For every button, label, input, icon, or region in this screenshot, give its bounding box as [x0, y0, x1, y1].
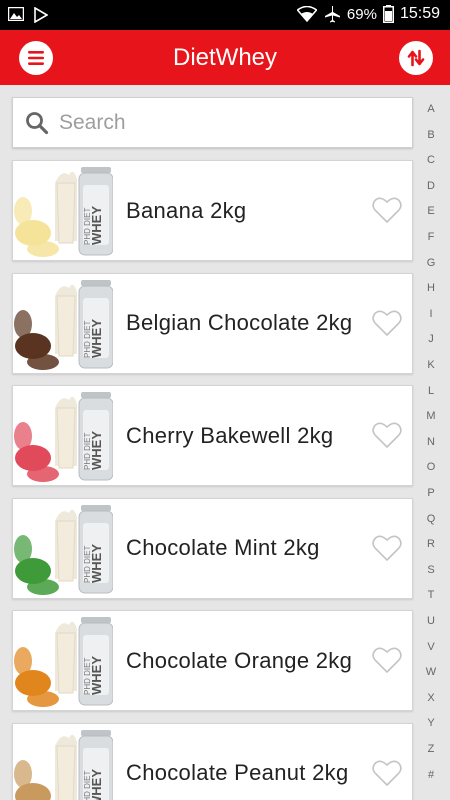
alphabet-index-letter[interactable]: Z	[417, 743, 445, 755]
favorite-heart-icon[interactable]	[372, 646, 402, 679]
product-thumbnail: WHEY PHD DIET	[13, 498, 114, 598]
product-list-item[interactable]: WHEY PHD DIET Chocolate Peanut 2kg	[12, 722, 413, 800]
product-list-item[interactable]: WHEY PHD DIET Chocolate Mint 2kg	[12, 497, 413, 599]
svg-text:PHD DIET: PHD DIET	[83, 770, 92, 800]
product-name: Chocolate Peanut 2kg	[126, 760, 349, 785]
alphabet-index-letter[interactable]: L	[417, 385, 445, 397]
app-title: DietWhey	[172, 44, 278, 71]
wifi-icon	[296, 6, 317, 22]
alphabet-index-letter[interactable]: A	[417, 103, 445, 115]
alphabet-index-letter[interactable]: C	[417, 154, 445, 166]
svg-text:PHD DIET: PHD DIET	[83, 545, 92, 582]
favorite-heart-icon[interactable]	[372, 759, 402, 792]
battery-icon	[382, 5, 394, 23]
product-thumbnail: WHEY PHD DIET	[13, 273, 114, 373]
sort-button[interactable]	[399, 41, 433, 75]
alphabet-index-letter[interactable]: W	[417, 666, 445, 678]
search-input[interactable]	[59, 106, 399, 140]
alphabet-index-letter[interactable]: Y	[417, 717, 445, 729]
favorite-heart-icon[interactable]	[372, 534, 402, 567]
product-thumbnail: WHEY PHD DIET	[13, 386, 114, 485]
sort-arrows-icon	[407, 49, 425, 67]
alphabet-index-letter[interactable]: #	[417, 769, 445, 781]
alphabet-index-letter[interactable]: I	[417, 308, 445, 320]
alphabet-index-letter[interactable]: G	[417, 257, 445, 269]
product-name: Chocolate Orange 2kg	[126, 647, 353, 673]
airplane-mode-icon	[324, 6, 340, 23]
product-list-item[interactable]: WHEY PHD DIET Cherry Bakewell 2kg	[12, 385, 413, 486]
search-icon	[26, 112, 49, 135]
app-bar: DietWhey	[0, 30, 450, 85]
product-thumbnail: WHEY PHD DIET	[13, 161, 114, 260]
alphabet-index-letter[interactable]: H	[417, 282, 445, 294]
product-name: Belgian Chocolate 2kg	[126, 310, 353, 335]
svg-text:PHD DIET: PHD DIET	[83, 208, 92, 245]
favorite-heart-icon[interactable]	[372, 196, 402, 229]
alphabet-index-letter[interactable]: K	[417, 359, 445, 371]
product-list-item[interactable]: WHEY PHD DIET Chocolate Orange 2kg	[12, 610, 413, 711]
play-store-notification-icon	[34, 7, 48, 23]
product-list-item[interactable]: WHEY PHD DIET Belgian Chocolate 2kg	[12, 272, 413, 374]
svg-text:PHD DIET: PHD DIET	[83, 658, 92, 695]
alphabet-index-letter[interactable]: E	[417, 205, 445, 217]
image-notification-icon	[8, 7, 24, 21]
alphabet-index-letter[interactable]: V	[417, 641, 445, 653]
product-thumbnail: WHEY PHD DIET	[13, 611, 114, 710]
alphabet-index-letter[interactable]: B	[417, 129, 445, 141]
alphabet-index-letter[interactable]: M	[417, 410, 445, 422]
product-name: Cherry Bakewell 2kg	[126, 422, 334, 448]
favorite-heart-icon[interactable]	[372, 309, 402, 342]
battery-percentage: 69%	[346, 5, 377, 23]
alphabet-index-letter[interactable]: O	[417, 461, 445, 473]
alphabet-index-letter[interactable]: D	[417, 180, 445, 192]
alphabet-index-letter[interactable]: U	[417, 615, 445, 627]
alphabet-index-letter[interactable]: F	[417, 231, 445, 243]
alphabet-index-letter[interactable]: R	[417, 538, 445, 550]
product-thumbnail: WHEY PHD DIET	[13, 723, 114, 800]
product-list-item[interactable]: WHEY PHD DIET Banana 2kg	[12, 160, 413, 261]
svg-text:PHD DIET: PHD DIET	[83, 320, 92, 357]
svg-text:PHD DIET: PHD DIET	[83, 433, 92, 470]
product-name: Chocolate Mint 2kg	[126, 535, 320, 560]
alphabet-index-letter[interactable]: P	[417, 487, 445, 499]
alphabet-index-letter[interactable]: T	[417, 589, 445, 601]
search-bar[interactable]	[12, 97, 413, 148]
alphabet-index-letter[interactable]: X	[417, 692, 445, 704]
product-name: Banana 2kg	[126, 197, 247, 223]
alphabet-index-letter[interactable]: S	[417, 564, 445, 576]
status-bar: 69% 15:59	[0, 0, 450, 30]
alphabet-index-letter[interactable]: N	[417, 436, 445, 448]
alphabet-index-letter[interactable]: J	[417, 333, 445, 345]
alphabet-index-letter[interactable]: Q	[417, 513, 445, 525]
clock: 15:59	[399, 5, 440, 22]
favorite-heart-icon[interactable]	[372, 421, 402, 454]
